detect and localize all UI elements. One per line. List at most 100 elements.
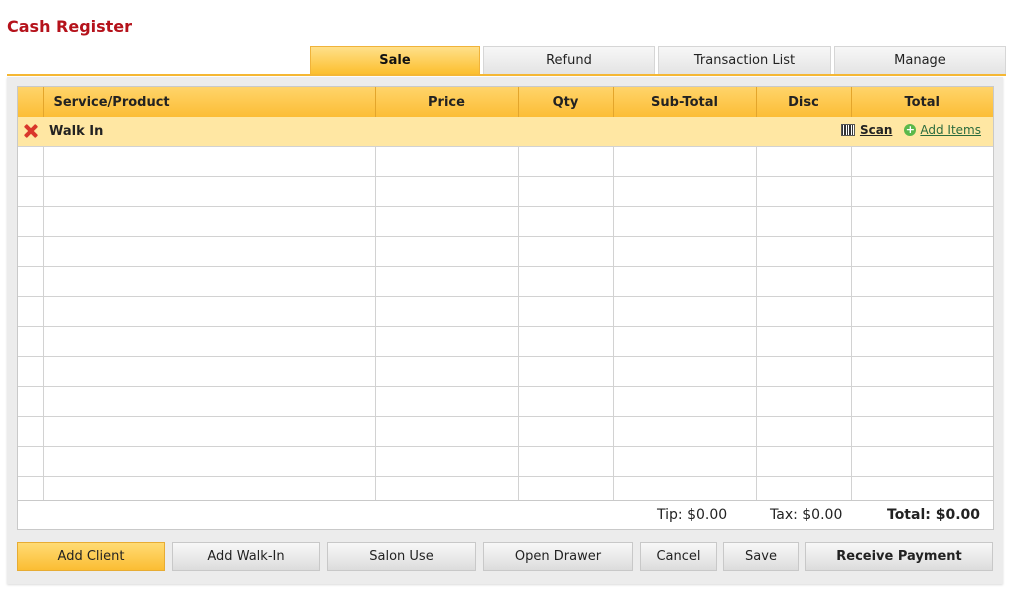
- table-cell[interactable]: [756, 416, 852, 447]
- table-cell[interactable]: [518, 356, 614, 387]
- table-cell[interactable]: [851, 236, 993, 267]
- table-cell[interactable]: [18, 326, 44, 357]
- table-row[interactable]: [18, 326, 993, 357]
- table-cell[interactable]: [851, 176, 993, 207]
- table-cell[interactable]: [518, 176, 614, 207]
- save-button[interactable]: Save: [723, 542, 799, 571]
- table-cell[interactable]: [756, 236, 852, 267]
- table-cell[interactable]: [375, 206, 519, 237]
- table-cell[interactable]: [518, 236, 614, 267]
- table-cell[interactable]: [613, 296, 757, 327]
- cancel-button[interactable]: Cancel: [640, 542, 717, 571]
- salon-use-button[interactable]: Salon Use: [327, 542, 476, 571]
- table-cell[interactable]: [43, 386, 376, 417]
- table-cell[interactable]: [18, 176, 44, 207]
- table-cell[interactable]: [18, 146, 44, 177]
- table-cell[interactable]: [375, 146, 519, 177]
- table-row[interactable]: [18, 386, 993, 417]
- table-cell[interactable]: [43, 206, 376, 237]
- receive-payment-button[interactable]: Receive Payment: [805, 542, 993, 571]
- tab-sale[interactable]: Sale: [310, 46, 480, 74]
- table-cell[interactable]: [851, 326, 993, 357]
- table-cell[interactable]: [613, 446, 757, 477]
- table-cell[interactable]: [613, 326, 757, 357]
- add-walk-in-button[interactable]: Add Walk-In: [172, 542, 320, 571]
- table-cell[interactable]: [756, 386, 852, 417]
- table-cell[interactable]: [613, 416, 757, 447]
- table-cell[interactable]: [613, 176, 757, 207]
- scan-link[interactable]: Scan: [860, 123, 892, 137]
- table-cell[interactable]: [375, 416, 519, 447]
- table-cell[interactable]: [18, 206, 44, 237]
- table-cell[interactable]: [518, 206, 614, 237]
- table-cell[interactable]: [756, 146, 852, 177]
- table-cell[interactable]: [43, 416, 376, 447]
- table-cell[interactable]: [518, 296, 614, 327]
- table-cell[interactable]: [18, 296, 44, 327]
- add-items-link[interactable]: Add Items: [920, 123, 981, 137]
- table-cell[interactable]: [518, 146, 614, 177]
- remove-client-icon[interactable]: [22, 123, 40, 141]
- table-row[interactable]: [18, 146, 993, 177]
- table-cell[interactable]: [375, 356, 519, 387]
- table-cell[interactable]: [518, 266, 614, 297]
- table-cell[interactable]: [375, 296, 519, 327]
- table-row[interactable]: [18, 236, 993, 267]
- table-cell[interactable]: [613, 146, 757, 177]
- table-cell[interactable]: [851, 416, 993, 447]
- table-cell[interactable]: [375, 326, 519, 357]
- table-cell[interactable]: [518, 386, 614, 417]
- tab-transaction-list[interactable]: Transaction List: [658, 46, 831, 74]
- table-cell[interactable]: [851, 266, 993, 297]
- table-cell[interactable]: [43, 146, 376, 177]
- table-cell[interactable]: [18, 386, 44, 417]
- table-row[interactable]: [18, 206, 993, 237]
- add-client-button[interactable]: Add Client: [17, 542, 165, 571]
- table-cell[interactable]: [518, 446, 614, 477]
- table-cell[interactable]: [851, 356, 993, 387]
- table-cell[interactable]: [518, 326, 614, 357]
- table-cell[interactable]: [756, 326, 852, 357]
- table-cell[interactable]: [18, 236, 44, 267]
- table-cell[interactable]: [756, 296, 852, 327]
- table-cell[interactable]: [43, 266, 376, 297]
- table-cell[interactable]: [375, 386, 519, 417]
- table-cell[interactable]: [43, 356, 376, 387]
- table-row[interactable]: [18, 416, 993, 447]
- table-cell[interactable]: [375, 176, 519, 207]
- table-cell[interactable]: [43, 296, 376, 327]
- tab-refund[interactable]: Refund: [483, 46, 655, 74]
- table-row[interactable]: [18, 176, 993, 207]
- table-cell[interactable]: [18, 416, 44, 447]
- table-cell[interactable]: [18, 266, 44, 297]
- table-row[interactable]: [18, 296, 993, 327]
- table-cell[interactable]: [756, 206, 852, 237]
- table-cell[interactable]: [851, 446, 993, 477]
- table-cell[interactable]: [43, 176, 376, 207]
- table-row[interactable]: [18, 266, 993, 297]
- table-cell[interactable]: [375, 266, 519, 297]
- table-cell[interactable]: [851, 206, 993, 237]
- table-cell[interactable]: [43, 326, 376, 357]
- tab-manage[interactable]: Manage: [834, 46, 1006, 74]
- table-cell[interactable]: [613, 386, 757, 417]
- table-cell[interactable]: [756, 266, 852, 297]
- table-cell[interactable]: [756, 356, 852, 387]
- table-cell[interactable]: [756, 176, 852, 207]
- table-cell[interactable]: [375, 446, 519, 477]
- table-cell[interactable]: [18, 446, 44, 477]
- table-cell[interactable]: [18, 356, 44, 387]
- table-cell[interactable]: [375, 236, 519, 267]
- table-cell[interactable]: [851, 296, 993, 327]
- table-row[interactable]: [18, 356, 993, 387]
- table-cell[interactable]: [43, 446, 376, 477]
- table-cell[interactable]: [613, 266, 757, 297]
- table-cell[interactable]: [518, 416, 614, 447]
- table-row[interactable]: [18, 446, 993, 477]
- table-cell[interactable]: [851, 146, 993, 177]
- table-cell[interactable]: [43, 236, 376, 267]
- table-cell[interactable]: [613, 356, 757, 387]
- table-cell[interactable]: [851, 386, 993, 417]
- table-cell[interactable]: [613, 206, 757, 237]
- open-drawer-button[interactable]: Open Drawer: [483, 542, 633, 571]
